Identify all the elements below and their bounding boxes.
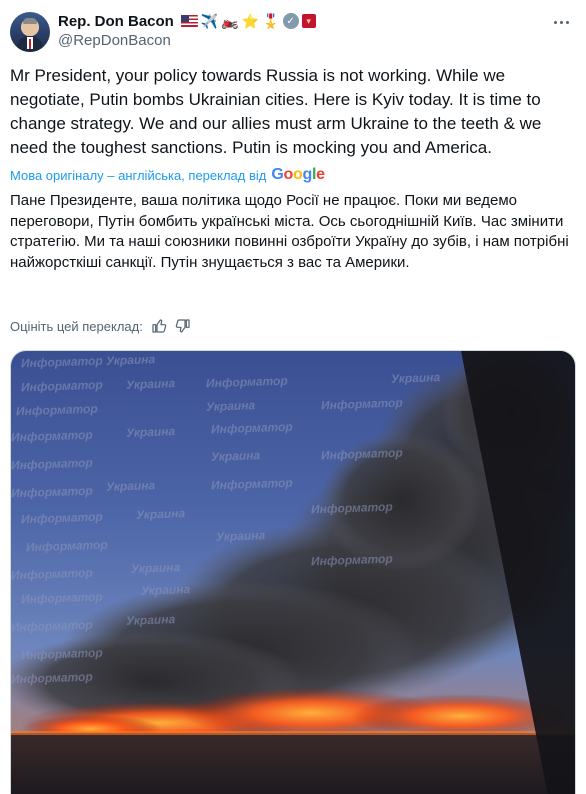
affiliate-badge-icon[interactable]: ▾ bbox=[301, 14, 316, 28]
avatar-tie bbox=[29, 39, 31, 49]
rate-translation-row: Оцініть цей переклад: bbox=[10, 317, 191, 335]
tweet: Rep. Don Bacon ✈️ 🏍️ ⭐ 🎖️ ✓ ▾ @RepDonBac… bbox=[0, 0, 586, 794]
translation-notice[interactable]: Мова оригіналу – англійська, переклад ві… bbox=[10, 168, 266, 183]
author-handle[interactable]: @RepDonBacon bbox=[58, 32, 171, 49]
verified-badge-icon[interactable]: ✓ bbox=[282, 13, 299, 29]
translated-text: Пане Президенте, ваша політика щодо Росі… bbox=[10, 192, 569, 271]
more-options-icon[interactable] bbox=[550, 12, 572, 32]
thumbs-down-icon[interactable] bbox=[175, 318, 191, 334]
airplane-icon: ✈️ bbox=[200, 13, 219, 29]
medal-icon: 🎖️ bbox=[262, 13, 280, 29]
avatar[interactable] bbox=[10, 12, 50, 52]
author-name-row: Rep. Don Bacon ✈️ 🏍️ ⭐ 🎖️ ✓ ▾ bbox=[58, 11, 316, 31]
avatar-hair bbox=[23, 18, 37, 24]
tweet-photo[interactable]: Информатор Украина Информатор Украина Информ… bbox=[10, 350, 576, 794]
thumbs-up-icon[interactable] bbox=[151, 318, 167, 334]
author-display-name[interactable]: Rep. Don Bacon bbox=[58, 13, 174, 30]
star-icon: ⭐ bbox=[241, 13, 260, 29]
translation-notice-row: Мова оригіналу – англійська, переклад ві… bbox=[10, 166, 325, 184]
motorcycle-icon: 🏍️ bbox=[221, 13, 239, 29]
rate-translation-label: Оцініть цей переклад: bbox=[10, 318, 143, 334]
tweet-text: Mr President, your policy towards Russia… bbox=[10, 66, 542, 157]
google-logo: Google bbox=[271, 166, 325, 183]
us-flag-icon bbox=[180, 15, 198, 27]
kyiv-fire-photo bbox=[11, 351, 575, 794]
